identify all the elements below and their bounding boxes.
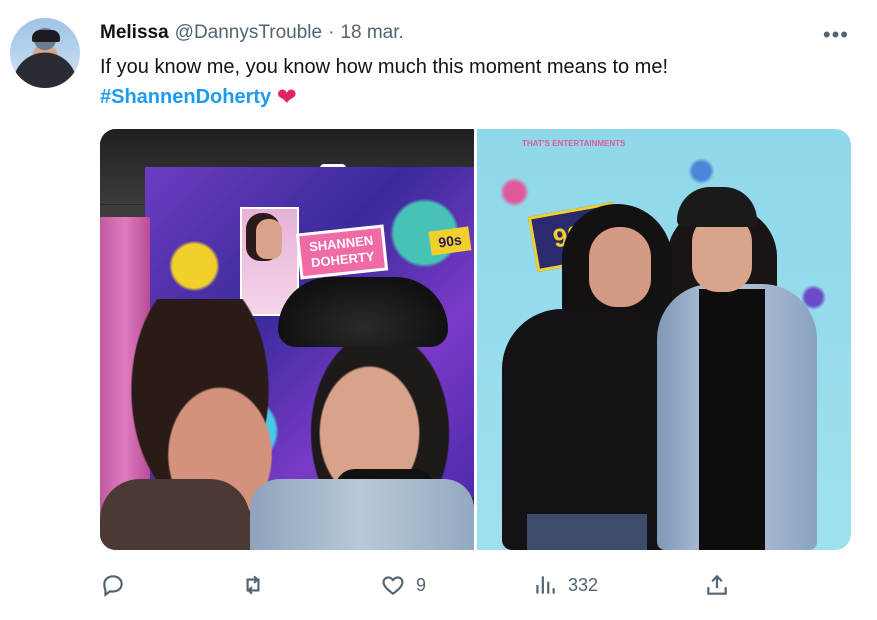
action-bar: 9 332 xyxy=(100,568,851,602)
views-icon xyxy=(536,576,555,594)
backdrop-brand: THAT'S ENTERTAINMENTS xyxy=(522,139,626,148)
like-button[interactable]: 9 xyxy=(380,568,426,602)
red-heart-emoji: ❤ xyxy=(276,84,297,111)
tweet[interactable]: Melissa @DannysTrouble · 18 mar. ••• If … xyxy=(0,0,877,620)
photo-posed[interactable]: THAT'S ENTERTAINMENTS 90s xyxy=(477,129,851,550)
black-cap xyxy=(677,187,757,227)
views-count: 332 xyxy=(568,574,599,595)
denim-jacket xyxy=(250,479,474,550)
reply-button[interactable] xyxy=(100,568,136,602)
heart-icon xyxy=(382,576,404,595)
media-grid: SHANNEN DOHERTY 90s THAT'S ENTERTAINMENT… xyxy=(100,129,851,550)
hashtag-link[interactable]: #ShannenDoherty xyxy=(100,86,271,108)
avatar[interactable] xyxy=(10,18,80,88)
black-cap xyxy=(278,277,448,347)
banner-logo: SHANNEN DOHERTY xyxy=(295,224,389,280)
share-icon xyxy=(707,574,727,595)
black-turtleneck xyxy=(699,289,765,550)
coat xyxy=(100,479,250,550)
retweet-button[interactable] xyxy=(240,568,276,602)
author-name[interactable]: Melissa xyxy=(100,22,169,44)
tweet-text-block: If you know me, you know how much this m… xyxy=(100,52,668,113)
jeans xyxy=(527,514,647,550)
tweet-hashtag-line: #ShannenDoherty ❤ xyxy=(100,82,668,113)
more-options-icon[interactable]: ••• xyxy=(823,22,849,48)
like-count: 9 xyxy=(416,574,427,595)
retweet-icon xyxy=(246,575,260,595)
separator: · xyxy=(328,22,335,43)
share-button[interactable] xyxy=(704,568,730,602)
views-button[interactable]: 332 xyxy=(532,568,598,602)
photo-selfie[interactable]: SHANNEN DOHERTY 90s xyxy=(100,129,474,550)
reply-icon xyxy=(103,575,123,597)
tweet-date[interactable]: 18 mar. xyxy=(340,22,403,44)
face xyxy=(589,227,651,307)
avatar-cap xyxy=(32,30,60,42)
poster-face xyxy=(256,219,282,259)
tweet-text: If you know me, you know how much this m… xyxy=(100,56,669,78)
author-handle[interactable]: @DannysTrouble xyxy=(175,22,322,44)
tweet-header: Melissa @DannysTrouble · 18 mar. xyxy=(100,21,404,45)
